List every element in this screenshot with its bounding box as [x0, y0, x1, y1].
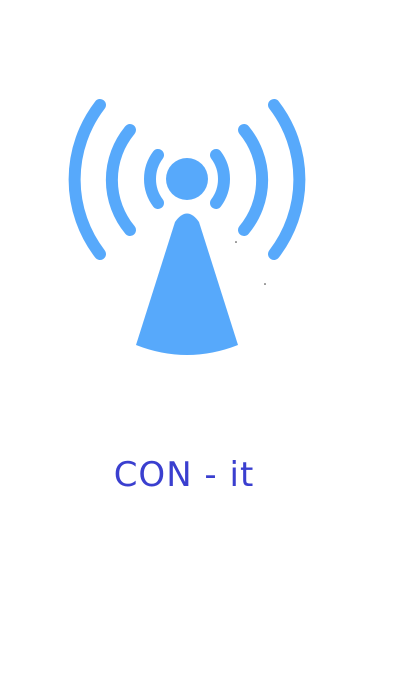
signal-wave-left-inner: [144, 149, 164, 209]
signal-wave-right-outer: [268, 99, 306, 260]
speck-dot: [264, 283, 266, 285]
signal-wave-right-middle: [238, 124, 269, 236]
signal-wave-right-inner: [210, 149, 230, 209]
broadcast-tower-icon: [68, 99, 306, 355]
tower-top-node: [166, 158, 208, 200]
signal-wave-left-middle: [105, 124, 136, 236]
signal-wave-left-outer: [68, 99, 106, 260]
splash-screen: CON - it: [0, 0, 407, 695]
speck-dot: [235, 241, 237, 243]
app-name: CON - it: [113, 455, 255, 495]
tower-base: [136, 213, 238, 355]
